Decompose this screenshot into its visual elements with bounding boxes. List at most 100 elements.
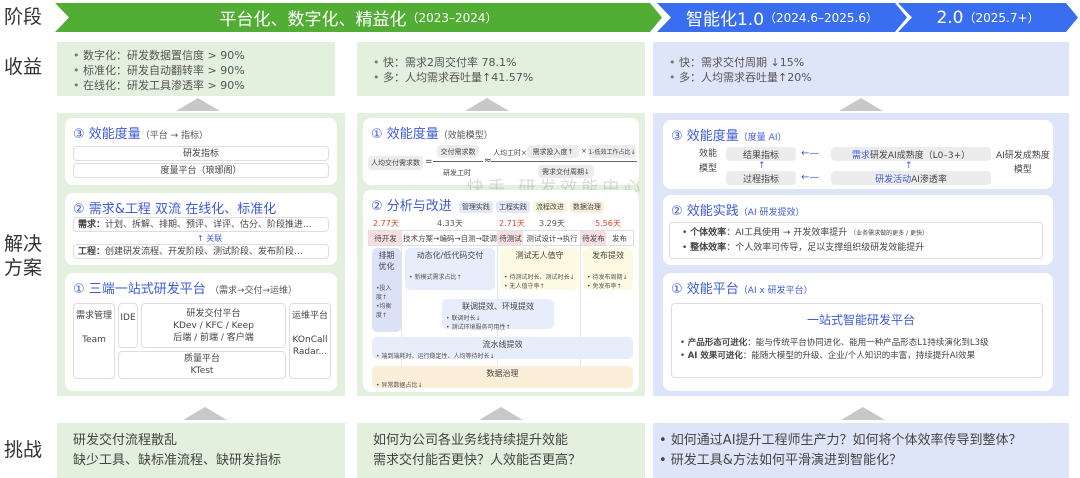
link-label: ↑ 关联 (197, 234, 223, 243)
solution-column-platform: ③ 效能度量（平台 → 指标） 研发指标 度量平台（琅琊阁） ② 需求&工程 双… (57, 113, 345, 396)
fraction-line (433, 161, 483, 162)
platform-item: • 产品形态可进化：能与传统平台协同进化、能用一种产品形态L1持续演化到L3级 (680, 338, 989, 348)
duration-label: 5.56天 (595, 219, 621, 228)
solution-column-lean: ① 效能度量（效能模型） 人均交付需求数 = 交付需求数 研发工时 ≈ 人均工时… (357, 113, 645, 396)
arrow-left-icon: ←— (801, 172, 820, 183)
stage-period: （2023–2024） (406, 11, 498, 25)
benefit-item: 在线化：研发工具渗透率 > 90% (73, 78, 335, 93)
up-arrow-icon (479, 407, 523, 420)
stage-arrow-platform: 平台化、数字化、精益化 （2023–2024） (55, 3, 662, 32)
card-title: ② 需求&工程 双流 在线化、标准化 (73, 202, 277, 217)
benefit-item: 标准化：研发自动翻转率 > 90% (73, 63, 335, 78)
ai-platform-card: ① 效能平台（AI x 研发平台） 一站式智能研发平台 • 产品形态可进化：能与… (663, 273, 1053, 391)
benefit-item: 数字化：研发数据置信度 > 90% (73, 48, 335, 63)
ai-maturity: 需求 研发AI成熟度（L0–3+） (831, 147, 991, 161)
row-label-solution: 解决方案 (4, 233, 43, 279)
process-metric: 过程指标 (726, 171, 796, 185)
benefit-item: 快：需求2周交付率 78.1% (373, 55, 645, 70)
duration-label: 3.29天 (539, 219, 565, 228)
formula-factor: 1-低效工作占比↓ (588, 145, 636, 158)
ai-platform-heading: 一站式智能研发平台 (806, 313, 915, 327)
challenge-box: • 如何通过AI提升工程师生产力？如何将个体效率传导到整体？ • 研发工具&方法… (653, 423, 1069, 478)
stage-arrow-ai1: 智能化1.0 （2024.6–2025.6） (657, 3, 907, 32)
metric-item: 度量平台（琅琊阁） (73, 163, 329, 178)
stage-arrow-ai2: 2.0 （2025.7+） (898, 3, 1078, 32)
ai-metrics-card: ③ 效能度量（度量 AI） 效能 模型 结果指标 过程指标 ↑ ←— ←— 需求… (663, 120, 1053, 189)
formula-lhs: 人均交付需求数 (368, 156, 423, 170)
formula-factor: 需求投入度↑ (527, 145, 579, 158)
up-arrow-icon (465, 98, 509, 111)
platform-item: • AI 效果可进化：能随大模型的升级、企业/个人知识的丰富，持续提升AI效果 (680, 351, 976, 361)
arrow-up-icon: ↑ (758, 161, 766, 171)
benefit-item: 快：需求交付周期 ↓15% (669, 55, 1069, 70)
benefit-box: 数字化：研发数据置信度 > 90% 标准化：研发自动翻转率 > 90% 在线化：… (57, 42, 335, 96)
improvement-release: 发布提效 • 待发布周期↓ • 免发布率↑ (583, 248, 633, 290)
timeline-stage: 技术方案→编码→自测→联调 (403, 233, 497, 243)
metrics-card: ③ 效能度量（平台 → 指标） 研发指标 度量平台（琅琊阁） (65, 118, 337, 185)
challenge-item: 缺少工具、缺标准流程、缺研发指标 (73, 452, 282, 468)
improvement-dynamic: 动态化/低代码交付 • 新模式需求占比↑ (405, 248, 495, 290)
solution-column-ai: ③ 效能度量（度量 AI） 效能 模型 结果指标 过程指标 ↑ ←— ←— 需求… (653, 113, 1069, 396)
ai-penetration: 研发活动 AI渗透率 (831, 171, 991, 185)
challenge-box: 研发交付流程散乱 缺少工具、缺标准流程、缺研发指标 (57, 423, 345, 478)
requirement-management-box: 需求管理 Team (73, 303, 115, 379)
up-arrow-icon (839, 98, 883, 111)
formula-eq: = (425, 157, 433, 167)
delivery-platform-box: 研发交付平台 KDev / KFC / Keep 后端 / 前端 / 客户端 (141, 303, 286, 348)
efficiency-model-label: 效能 模型 (699, 149, 718, 174)
practice-card: ② 效能实践（AI 研发提效） • 个体效率：AI工具使用 → 开发效率提升 （… (663, 195, 1053, 265)
stage-timeline: 待开发 技术方案→编码→自测→联调 待测试 测试设计→执行 待发布 发布 (368, 230, 634, 246)
timeline-stage: 发布 (612, 233, 627, 243)
stage-period: （2025.7+） (963, 11, 1040, 25)
arrow-left-icon: ←— (801, 148, 820, 159)
challenge-item: 如何为公司各业务线持续提升效能 (373, 432, 569, 448)
up-arrow-icon (176, 98, 220, 111)
result-metric: 结果指标 (726, 147, 796, 161)
improvement-integration: 联调提效、环境提效 • 联调时长↓ • 测试环境服务可用性↑ (442, 299, 554, 331)
engineering-flow: 工程： 创建研发流程、开发阶段、测试阶段、发布阶段... (73, 244, 329, 259)
up-arrow-icon (841, 407, 885, 420)
stage-title: 2.0 (936, 7, 964, 28)
timeline-stage: 待测试 (498, 231, 523, 245)
improvement-unattended-test: 测试无人值守 • 待测试时长、测试时长↓ • 无人值守率↑ (500, 248, 579, 290)
card-title: ① 效能平台（AI x 研发平台） (671, 282, 813, 297)
row-label-challenge: 挑战 (4, 439, 43, 461)
card-title: ① 三端一站式研发平台 （需求→交付→运维） (73, 282, 298, 297)
formula-numerator: 交付需求数 (437, 145, 479, 158)
card-title: ③ 效能度量（平台 → 指标） (73, 127, 209, 142)
improvement-data-governance: 数据治理 • 异常数据占比↓ (372, 366, 633, 389)
timeline-stage: 待发布 (581, 231, 606, 245)
requirement-flow: 需求： 计划、拆解、排期、预评、详评、估分、阶段推进... (73, 217, 329, 232)
duration-label: 2.77天 (373, 219, 399, 228)
practice-item: • 整体效率：个人效率可传导，足以支撑组织级研发效能提升 (682, 243, 925, 253)
tag-process: 流程改进 (532, 200, 567, 213)
challenge-item: • 如何通过AI提升工程师生产力？如何将个体效率传导到整体？ (659, 432, 1022, 448)
benefit-box: 快：需求2周交付率 78.1% 多：人均需求吞吐量↑41.57% (357, 42, 645, 96)
platform-card: ① 三端一站式研发平台 （需求→交付→运维） 需求管理 Team IDE 研发交付… (65, 273, 337, 391)
challenge-item: 需求交付能否更快？人效能否更高？ (373, 452, 582, 468)
formula-times: × (581, 147, 587, 155)
improvement-pipeline: 流水线提效 • 端到端耗时、运行稳定性、人均等待时长↓ (372, 337, 633, 360)
ide-box: IDE (118, 303, 138, 348)
challenge-item: 研发交付流程散乱 (73, 432, 178, 448)
dual-flow-card: ② 需求&工程 双流 在线化、标准化 需求： 计划、拆解、排期、预评、详评、估分、… (65, 193, 337, 265)
practice-list: • 个体效率：AI工具使用 → 开发效率提升 （业务需求做的更多 / 更快） •… (669, 222, 1043, 259)
duration-label: 4.33天 (437, 219, 463, 228)
card-title: ② 效能实践（AI 研发提效） (671, 204, 805, 219)
tag-data: 数据治理 (569, 200, 604, 213)
card-title: ① 效能度量（效能模型） (371, 127, 493, 142)
duration-label: 2.71天 (499, 219, 525, 228)
stage-title: 平台化、数字化、精益化 (219, 10, 407, 30)
metric-item: 研发指标 (73, 146, 329, 161)
stage-title: 智能化1.0 (685, 10, 765, 30)
stage-period: （2024.6–2025.6） (764, 11, 879, 25)
formula-factor: 人均工时× (493, 149, 527, 157)
benefit-item: 多：人均需求吞吐量↑20% (669, 70, 1069, 85)
arrow-up-icon: ↑ (905, 161, 913, 171)
improvement-scheduling: 排期优化 •投入度↑ •均衡度↑ (372, 248, 401, 332)
challenge-box: 如何为公司各业务线持续提升效能 需求交付能否更快？人效能否更高？ (357, 423, 645, 478)
row-label-stage: 阶段 (4, 6, 43, 28)
row-label-benefit: 收益 (4, 56, 43, 78)
challenge-item: • 研发工具&方法如何平滑演进到智能化？ (659, 452, 902, 468)
tag-management: 管理实践 (458, 200, 493, 213)
